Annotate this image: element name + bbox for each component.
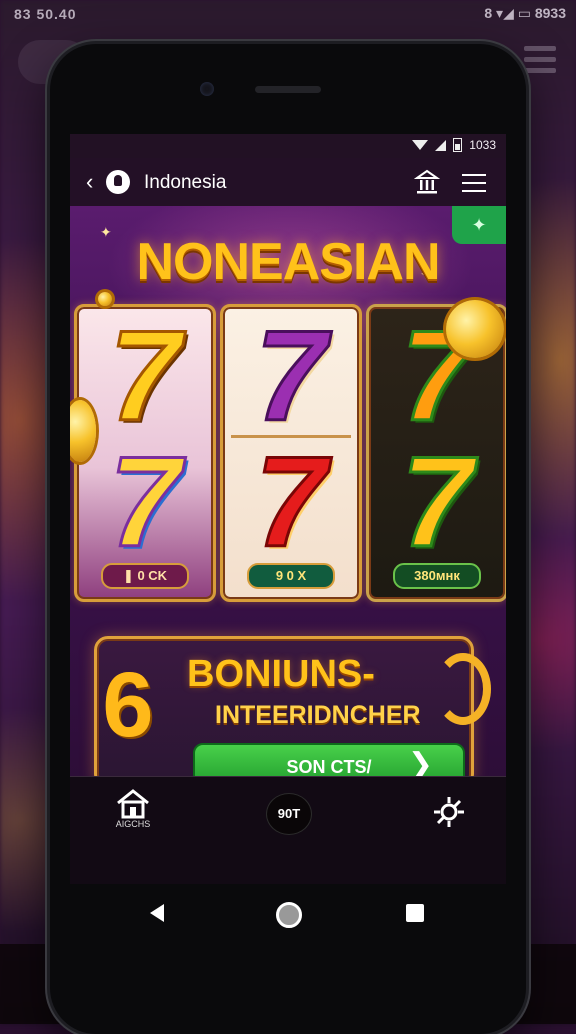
device-status-right: 8 ▾◢ ▭ 8933 xyxy=(484,5,566,21)
battery-icon xyxy=(453,138,463,152)
bank-icon[interactable] xyxy=(414,168,440,196)
bonus-coin-icon: 6 xyxy=(102,654,154,756)
reel-symbol: 7 xyxy=(108,305,182,448)
nav-home-label: AIGCHS xyxy=(115,819,151,829)
wifi-icon xyxy=(412,140,429,150)
nav-home[interactable]: AIGCHS xyxy=(108,789,158,829)
app-bar: ‹ Indonesia xyxy=(70,158,506,207)
device-status-left: 83 50.40 xyxy=(14,6,77,22)
bottom-nav: AIGCHS 90T xyxy=(70,776,506,884)
reel-label: 9 0 X xyxy=(247,563,335,589)
settings-spark-icon[interactable] xyxy=(432,795,466,829)
system-navigation-bar xyxy=(50,884,526,944)
reel-2: 7 7 9 0 X xyxy=(220,304,362,602)
system-recents-icon[interactable] xyxy=(406,904,424,922)
phone-frame: 1033 ‹ Indonesia ✦ ✦ ✦ NONEASIAN 7 7 ❚ 0… xyxy=(50,44,526,1034)
app-title: Indonesia xyxy=(144,172,227,193)
system-back-icon[interactable] xyxy=(150,904,164,922)
front-camera xyxy=(200,82,214,96)
bonus-title: BONIUNS- xyxy=(187,653,375,695)
reel-label: ❚ 0 CK xyxy=(101,563,189,589)
status-bar: 1033 xyxy=(70,134,506,158)
system-home-icon[interactable] xyxy=(276,902,302,928)
signal-icon xyxy=(435,139,447,151)
home-icon xyxy=(117,789,149,819)
gold-coin-icon xyxy=(98,292,112,306)
reel-symbol: 7 xyxy=(254,305,328,448)
back-chevron-icon[interactable]: ‹ xyxy=(86,169,93,195)
reel-symbol: 7 xyxy=(108,431,182,574)
reel-label: 380мнк xyxy=(393,563,481,589)
status-time: 1033 xyxy=(469,138,496,152)
cta-label: SON CTS/ xyxy=(286,757,372,777)
bonus-subtitle: INTEERIDNCHER xyxy=(215,701,421,729)
reel-symbol: 7 xyxy=(400,431,474,574)
gold-coin-icon xyxy=(446,300,504,358)
slot-reels: 7 7 ❚ 0 CK 7 7 9 0 X 7 7 380мнк xyxy=(70,292,506,602)
nav-center-button[interactable]: 90T xyxy=(266,793,312,835)
device-status-bar: 83 50.40 8 ▾◢ ▭ 8933 xyxy=(0,0,576,30)
slot-game-area: ✦ ✦ ✦ NONEASIAN 7 7 ❚ 0 CK 7 7 9 0 X 7 7… xyxy=(70,206,506,791)
phone-screen: 1033 ‹ Indonesia ✦ ✦ ✦ NONEASIAN 7 7 ❚ 0… xyxy=(70,134,506,884)
hamburger-menu-icon[interactable] xyxy=(462,174,486,198)
bonus-banner[interactable]: 6 BONIUNS- INTEERIDNCHER SON CTS/ ❯ xyxy=(94,636,491,791)
background-menu-icon xyxy=(524,40,556,80)
bonus-swirl-icon xyxy=(435,653,491,725)
earpiece-speaker xyxy=(255,86,321,93)
reel-1: 7 7 ❚ 0 CK xyxy=(74,304,216,602)
app-logo-icon xyxy=(106,170,130,194)
reel-symbol: 7 xyxy=(254,431,328,574)
game-title: NONEASIAN xyxy=(136,233,440,291)
